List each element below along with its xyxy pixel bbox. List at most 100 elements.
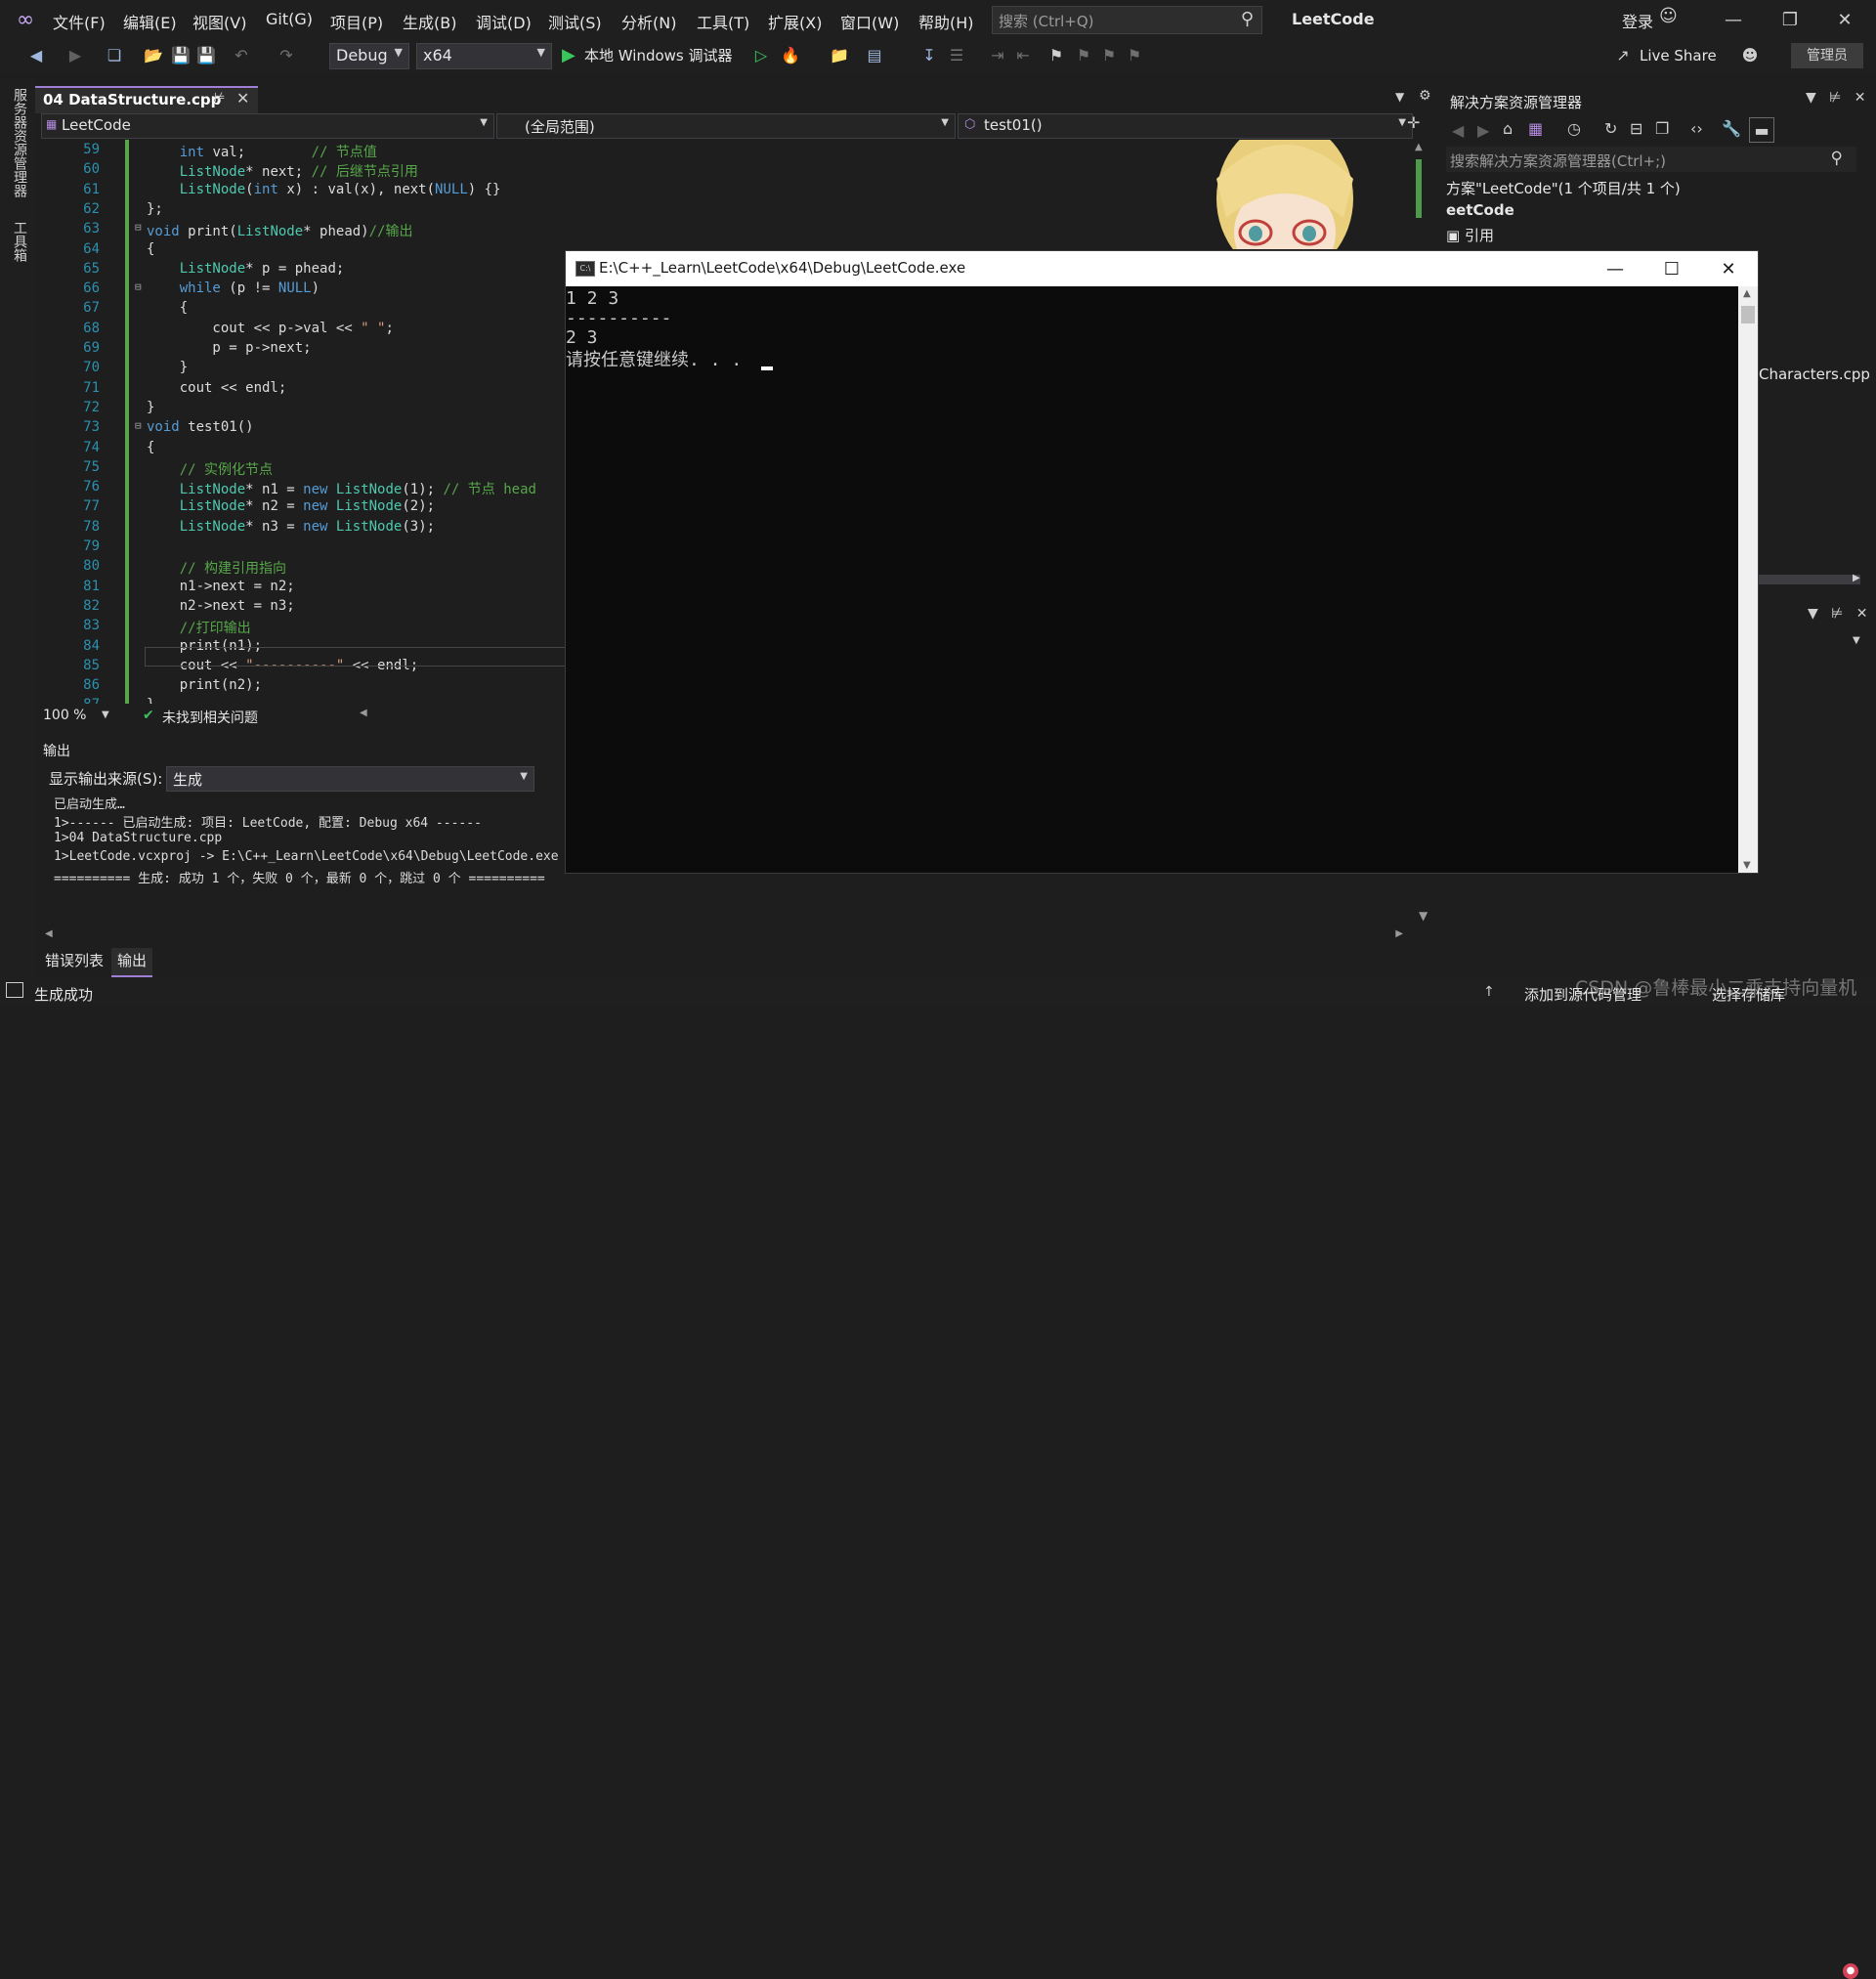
save-all-icon[interactable]: 💾 bbox=[195, 44, 217, 65]
scroll-right-icon[interactable]: ▶ bbox=[1853, 573, 1860, 583]
home-icon[interactable]: ⌂ bbox=[1503, 119, 1513, 138]
chevron-down-icon[interactable]: ▼ bbox=[1853, 635, 1860, 646]
console-vertical-scrollbar[interactable]: ▲ ▼ bbox=[1738, 286, 1758, 873]
solution-horizontal-scrollbar[interactable] bbox=[1759, 575, 1860, 584]
split-editor-icon[interactable]: ✛ bbox=[1407, 113, 1420, 132]
document-tab[interactable]: 04 DataStructure.cpp ⊭ ✕ bbox=[35, 86, 258, 113]
start-debugging-icon[interactable]: ▶ bbox=[562, 45, 576, 65]
project-node[interactable]: eetCode bbox=[1446, 201, 1514, 219]
layout-icon[interactable]: ▤ bbox=[864, 44, 885, 65]
scroll-up-icon[interactable]: ▲ bbox=[1743, 288, 1751, 299]
menu-build[interactable]: 生成(B) bbox=[403, 10, 456, 33]
close-icon[interactable]: ✕ bbox=[1823, 6, 1866, 33]
account-icon[interactable]: ☺ bbox=[1659, 6, 1678, 26]
restore-icon[interactable]: ❐ bbox=[1769, 6, 1812, 33]
indent-icon[interactable]: ⇥ bbox=[987, 44, 1008, 65]
output-source-select[interactable]: 生成 ▼ bbox=[166, 766, 534, 792]
code-line[interactable]: 60 ListNode* next; // 后继节点引用 bbox=[39, 161, 1407, 181]
properties-wrench-icon[interactable]: 🔧 bbox=[1722, 119, 1741, 138]
menu-debug[interactable]: 调试(D) bbox=[476, 10, 532, 33]
new-project-icon[interactable]: ❏ bbox=[104, 44, 125, 65]
nav-project-select[interactable]: ▦ LeetCode ▼ bbox=[41, 113, 494, 139]
preview-icon[interactable]: ▬ bbox=[1749, 117, 1774, 143]
scroll-down-icon[interactable]: ▼ bbox=[1419, 909, 1428, 923]
back-icon[interactable]: ◀ bbox=[1452, 121, 1464, 140]
gear-icon[interactable]: ⚙ bbox=[1419, 88, 1431, 104]
pin-icon[interactable]: ⊭ bbox=[1831, 606, 1843, 622]
menu-extensions[interactable]: 扩展(X) bbox=[768, 10, 822, 33]
solution-explorer-icon[interactable]: 📁 bbox=[829, 44, 850, 65]
scroll-right-icon[interactable]: ▶ bbox=[1395, 928, 1403, 939]
close-icon[interactable]: ✕ bbox=[1855, 90, 1866, 106]
switch-views-icon[interactable]: ▦ bbox=[1528, 119, 1543, 138]
hot-reload-icon[interactable]: 🔥 bbox=[780, 44, 801, 65]
notification-bell-icon[interactable]: ● bbox=[1843, 1963, 1858, 1979]
close-icon[interactable]: ✕ bbox=[1701, 255, 1756, 282]
comment-icon[interactable]: ☰ bbox=[946, 44, 967, 65]
live-share-icon[interactable]: ↗ bbox=[1612, 44, 1634, 65]
output-horizontal-scrollbar[interactable]: ◀ ▶ bbox=[43, 928, 1403, 942]
configuration-select[interactable]: Debug ▼ bbox=[329, 43, 409, 69]
minimize-icon[interactable]: — bbox=[1712, 6, 1755, 33]
file-node[interactable]: Characters.cpp bbox=[1759, 366, 1870, 383]
next-bookmark-icon[interactable]: ⚑ bbox=[1098, 44, 1120, 65]
chevron-down-icon[interactable]: ▼ bbox=[102, 710, 109, 720]
toolbox-tab[interactable]: 工具箱 bbox=[10, 221, 29, 262]
code-view-icon[interactable]: ‹› bbox=[1690, 119, 1703, 138]
pin-icon[interactable]: ⊭ bbox=[214, 91, 225, 106]
code-line[interactable]: 63 ⊟ void print(ListNode* phead)//输出 bbox=[39, 221, 1407, 240]
tab-output[interactable]: 输出 bbox=[111, 948, 153, 977]
scroll-down-icon[interactable]: ▼ bbox=[1743, 860, 1751, 871]
nav-member-select[interactable]: ⬡ test01() ▼ bbox=[958, 113, 1413, 139]
references-node[interactable]: ▣ 引用 bbox=[1446, 225, 1494, 245]
live-share-button[interactable]: Live Share bbox=[1640, 47, 1717, 65]
open-folder-icon[interactable]: 📂 bbox=[143, 44, 164, 65]
prev-bookmark-icon[interactable]: ⚑ bbox=[1073, 44, 1094, 65]
scroll-left-icon[interactable]: ◀ bbox=[45, 928, 53, 939]
menu-view[interactable]: 视图(V) bbox=[192, 10, 246, 33]
code-line[interactable]: 59 int val; // 节点值 bbox=[39, 142, 1407, 161]
scrollbar-thumb[interactable] bbox=[1741, 306, 1755, 323]
code-line[interactable]: 61 ListNode(int x) : val(x), next(NULL) … bbox=[39, 182, 1407, 201]
collapse-icon[interactable]: ⊟ bbox=[135, 221, 142, 234]
start-without-debugging-icon[interactable]: ▷ bbox=[750, 44, 772, 65]
chevron-down-icon[interactable]: ▼ bbox=[1808, 606, 1818, 622]
console-title-bar[interactable]: C:\ E:\C++_Learn\LeetCode\x64\Debug\Leet… bbox=[566, 251, 1758, 286]
collapse-icon[interactable]: ⊟ bbox=[135, 280, 142, 293]
code-line[interactable]: 62}; bbox=[39, 201, 1407, 221]
server-explorer-tab[interactable]: 服务器资源管理器 bbox=[10, 88, 29, 197]
scroll-up-icon[interactable]: ▲ bbox=[1415, 142, 1423, 152]
issues-status[interactable]: 未找到相关问题 bbox=[162, 708, 258, 727]
step-icon[interactable]: ↧ bbox=[918, 44, 940, 65]
collapse-all-icon[interactable]: ⊟ bbox=[1630, 119, 1642, 138]
console-window[interactable]: C:\ E:\C++_Learn\LeetCode\x64\Debug\Leet… bbox=[565, 250, 1759, 874]
feedback-icon[interactable]: ☻ bbox=[1739, 44, 1761, 65]
search-input[interactable]: 搜索 (Ctrl+Q) ⚲ bbox=[992, 6, 1262, 34]
forward-icon[interactable]: ▶ bbox=[1477, 121, 1489, 140]
solution-search-input[interactable]: 搜索解决方案资源管理器(Ctrl+;) ⚲ bbox=[1446, 147, 1856, 172]
tab-error-list[interactable]: 错误列表 bbox=[39, 948, 109, 975]
maximize-icon[interactable]: ☐ bbox=[1644, 255, 1699, 282]
platform-select[interactable]: x64 ▼ bbox=[416, 43, 552, 69]
outdent-icon[interactable]: ⇤ bbox=[1012, 44, 1034, 65]
solution-node[interactable]: 方案"LeetCode"(1 个项目/共 1 个) bbox=[1446, 178, 1681, 198]
menu-analyze[interactable]: 分析(N) bbox=[621, 10, 676, 33]
pin-icon[interactable]: ⊭ bbox=[1829, 90, 1841, 106]
start-debugging-button[interactable]: 本地 Windows 调试器 bbox=[584, 45, 733, 65]
login-link[interactable]: 登录 bbox=[1622, 9, 1653, 32]
menu-help[interactable]: 帮助(H) bbox=[918, 10, 974, 33]
menu-window[interactable]: 窗口(W) bbox=[840, 10, 899, 33]
minimize-icon[interactable]: — bbox=[1588, 255, 1642, 282]
chevron-down-icon[interactable]: ▼ bbox=[1806, 90, 1816, 106]
scroll-left-icon[interactable]: ◀ bbox=[360, 708, 367, 718]
menu-tools[interactable]: 工具(T) bbox=[697, 10, 749, 33]
back-icon[interactable]: ◀ bbox=[25, 44, 47, 65]
pending-changes-icon[interactable]: ◷ bbox=[1567, 119, 1581, 138]
close-tab-icon[interactable]: ✕ bbox=[236, 89, 249, 108]
bookmark-icon[interactable]: ⚑ bbox=[1045, 44, 1067, 65]
menu-git[interactable]: Git(G) bbox=[266, 10, 313, 28]
show-all-files-icon[interactable]: ❐ bbox=[1655, 119, 1669, 138]
redo-icon[interactable]: ↷ bbox=[276, 44, 297, 65]
nav-scope-select[interactable]: (全局范围) ▼ bbox=[496, 113, 956, 139]
zoom-level[interactable]: 100 % bbox=[43, 708, 86, 723]
